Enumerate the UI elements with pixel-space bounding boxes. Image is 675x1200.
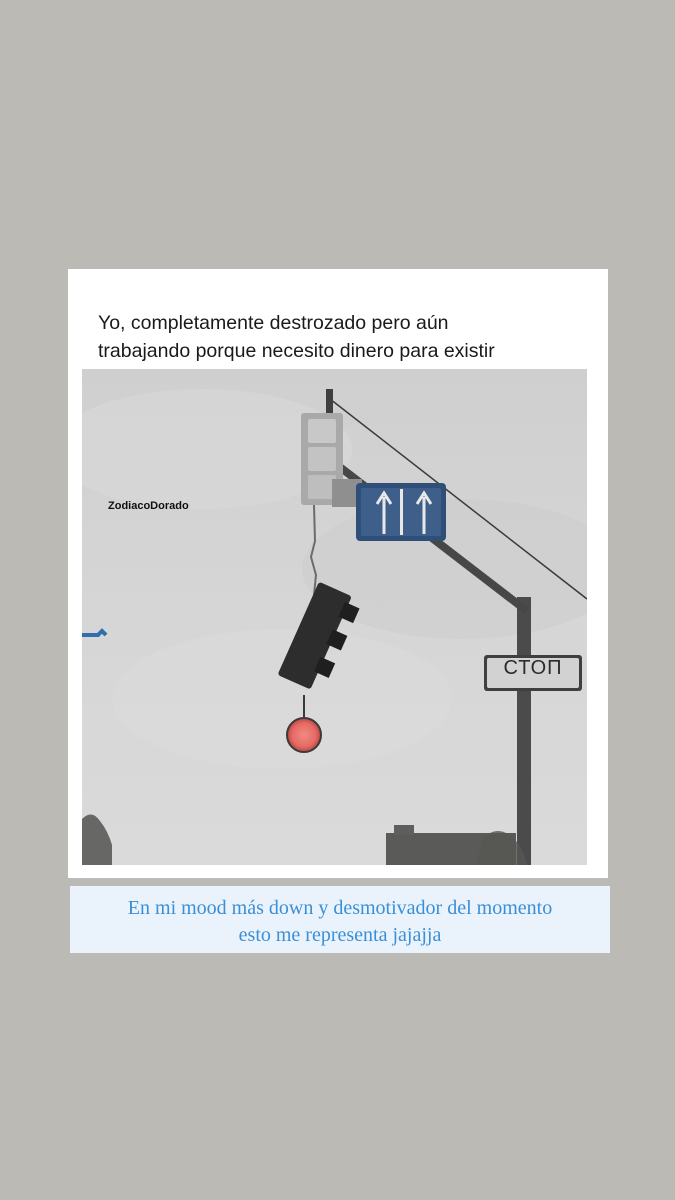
meme-card: Yo, completamente destrozado pero aún tr… (68, 269, 608, 878)
traffic-light-scene (82, 369, 587, 865)
meme-caption-line2: trabajando porque necesito dinero para e… (98, 340, 495, 362)
cloud (112, 629, 452, 769)
red-light (286, 717, 322, 753)
story-caption-line1: En mi mood más down y desmotivador del m… (127, 897, 553, 919)
meme-caption-line1: Yo, completamente destrozado pero aún (98, 312, 449, 334)
story-caption: En mi mood más down y desmotivador del m… (70, 886, 610, 953)
watermark: ZodiacoDorado (108, 500, 189, 512)
pole (517, 597, 531, 865)
stop-sign-text: СТОП (503, 657, 563, 679)
meme-caption: Yo, completamente destrozado pero aún tr… (98, 309, 598, 365)
meme-photo: ZodiacoDorado СТОП (82, 369, 587, 865)
story-caption-line2: esto me representa jajajja (238, 924, 442, 946)
